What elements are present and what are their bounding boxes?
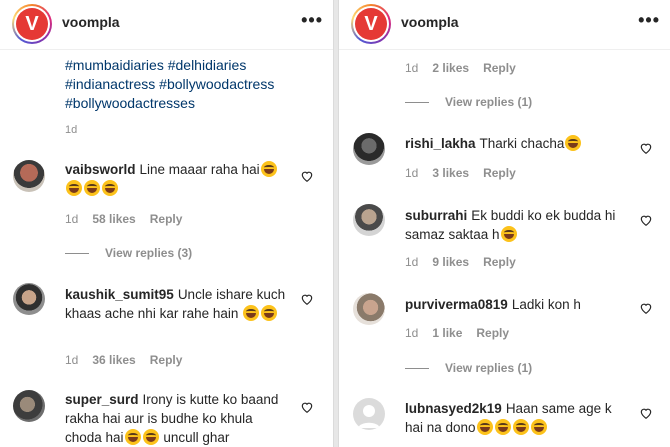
laughing-emoji-icon	[261, 305, 278, 321]
comment-text: lubnasyed2k19 Haan same age k hai na dono	[405, 399, 620, 437]
laughing-emoji-icon	[512, 419, 529, 435]
laughing-emoji-icon	[530, 419, 547, 435]
comment-time: 1d	[405, 61, 419, 75]
comment-text: purviverma0819 Ladki kon h	[405, 295, 635, 314]
hashtag-line[interactable]: #indianactress #bollywoodactress	[65, 75, 315, 94]
reply-button[interactable]: Reply	[150, 212, 183, 226]
comment-username[interactable]: suburrahi	[405, 208, 467, 223]
post-header: V voompla •••	[0, 0, 333, 50]
laughing-emoji-icon	[124, 429, 141, 445]
reply-button[interactable]: Reply	[483, 255, 516, 269]
laughing-emoji-icon	[500, 226, 517, 242]
comment-likes[interactable]: 58 likes	[92, 212, 135, 226]
comment-time: 1d	[405, 255, 419, 269]
reply-button[interactable]: Reply	[483, 61, 516, 75]
heart-icon[interactable]	[639, 213, 653, 227]
more-options-icon[interactable]: •••	[638, 10, 660, 31]
heart-icon[interactable]	[639, 141, 653, 155]
more-options-icon[interactable]: •••	[301, 10, 323, 31]
comment-time: 1d	[405, 326, 419, 340]
comment-username[interactable]: vaibsworld	[65, 162, 136, 177]
heart-icon[interactable]	[300, 292, 314, 306]
comment-time: 1d	[405, 166, 419, 180]
comment-username[interactable]: purviverma0819	[405, 297, 508, 312]
comment-username[interactable]: lubnasyed2k19	[405, 401, 502, 416]
heart-icon[interactable]	[639, 406, 653, 420]
comment-body: Ladki kon h	[511, 297, 581, 312]
laughing-emoji-icon	[494, 419, 511, 435]
caption-hashtags: #mumbaidiaries #delhidiaries #indianactr…	[65, 56, 315, 113]
user-avatar[interactable]	[353, 204, 385, 236]
comment-username[interactable]: kaushik_sumit95	[65, 287, 174, 302]
replies-divider	[405, 102, 429, 104]
replies-divider	[65, 253, 89, 255]
voompla-logo: V	[355, 8, 387, 40]
comment-likes[interactable]: 3 likes	[432, 166, 469, 180]
comment-text: vaibsworld Line maaar raha hai	[65, 160, 290, 198]
view-replies-label: View replies (3)	[105, 246, 193, 260]
laughing-emoji-icon	[260, 161, 277, 177]
left-post-panel: V voompla ••• #mumbaidiaries #delhidiari…	[0, 0, 333, 447]
comment-text: suburrahi Ek buddi ko ek budda hi samaz s…	[405, 206, 620, 244]
user-avatar[interactable]	[13, 390, 45, 422]
laughing-emoji-icon	[565, 135, 582, 151]
caption-timestamp: 1d	[65, 124, 78, 136]
heart-icon[interactable]	[300, 169, 314, 183]
comment-text: kaushik_sumit95 Uncle ishare kuch khaas a…	[65, 285, 290, 323]
view-replies-button[interactable]: View replies (1)	[405, 361, 532, 375]
comment-likes[interactable]: 1 like	[432, 326, 462, 340]
view-replies-label: View replies (1)	[445, 361, 533, 375]
user-avatar[interactable]	[353, 293, 385, 325]
view-replies-button[interactable]: View replies (1)	[405, 95, 532, 109]
comment-body: Line maaar raha hai	[139, 162, 260, 177]
user-avatar[interactable]	[13, 283, 45, 315]
comment-time: 1d	[65, 353, 79, 367]
heart-icon[interactable]	[639, 301, 653, 315]
comment-likes[interactable]: 2 likes	[432, 61, 469, 75]
account-username[interactable]: voompla	[401, 14, 459, 30]
account-avatar[interactable]: V	[12, 4, 52, 44]
comment-meta: 1d 9 likes Reply	[405, 255, 530, 269]
comment-meta: 1d 1 like Reply	[405, 326, 523, 340]
reply-button[interactable]: Reply	[483, 166, 516, 180]
account-avatar[interactable]: V	[351, 4, 391, 44]
hashtag-line[interactable]: #mumbaidiaries #delhidiaries	[65, 56, 315, 75]
user-avatar[interactable]	[13, 160, 45, 192]
account-username[interactable]: voompla	[62, 14, 120, 30]
laughing-emoji-icon	[66, 180, 82, 196]
comment-username[interactable]: rishi_lakha	[405, 136, 476, 151]
reply-button[interactable]: Reply	[150, 353, 183, 367]
default-avatar-icon[interactable]	[353, 398, 385, 430]
voompla-logo: V	[16, 8, 48, 40]
hashtag-line[interactable]: #bollywoodactresses	[65, 94, 315, 113]
post-header: V voompla •••	[339, 0, 670, 50]
grinning-emoji-icon	[142, 429, 159, 445]
comment-meta: 1d 58 likes Reply	[65, 212, 196, 226]
comment-meta: 1d 2 likes Reply	[405, 61, 530, 75]
comment-time: 1d	[65, 212, 79, 226]
laughing-emoji-icon	[243, 305, 260, 321]
laughing-emoji-icon	[102, 180, 118, 196]
replies-divider	[405, 368, 429, 370]
user-avatar[interactable]	[353, 133, 385, 165]
laughing-emoji-icon	[476, 419, 493, 435]
heart-icon[interactable]	[300, 400, 314, 414]
comment-text: rishi_lakha Tharki chacha	[405, 134, 635, 153]
comment-body: Tharki chacha	[479, 136, 565, 151]
comment-meta: 1d 36 likes Reply	[65, 353, 196, 367]
right-post-panel: V voompla ••• 1d 2 likes Reply View replie…	[339, 0, 670, 447]
view-replies-label: View replies (1)	[445, 95, 533, 109]
comment-username[interactable]: super_surd	[65, 392, 139, 407]
comment-body-continued: uncull ghar	[163, 430, 230, 445]
laughing-emoji-icon	[84, 180, 100, 196]
comment-meta: 1d 3 likes Reply	[405, 166, 530, 180]
comment-likes[interactable]: 36 likes	[92, 353, 135, 367]
comment-text: super_surd Irony is kutte ko baand rakha …	[65, 390, 290, 447]
view-replies-button[interactable]: View replies (3)	[65, 246, 192, 260]
reply-button[interactable]: Reply	[476, 326, 509, 340]
comment-likes[interactable]: 9 likes	[432, 255, 469, 269]
